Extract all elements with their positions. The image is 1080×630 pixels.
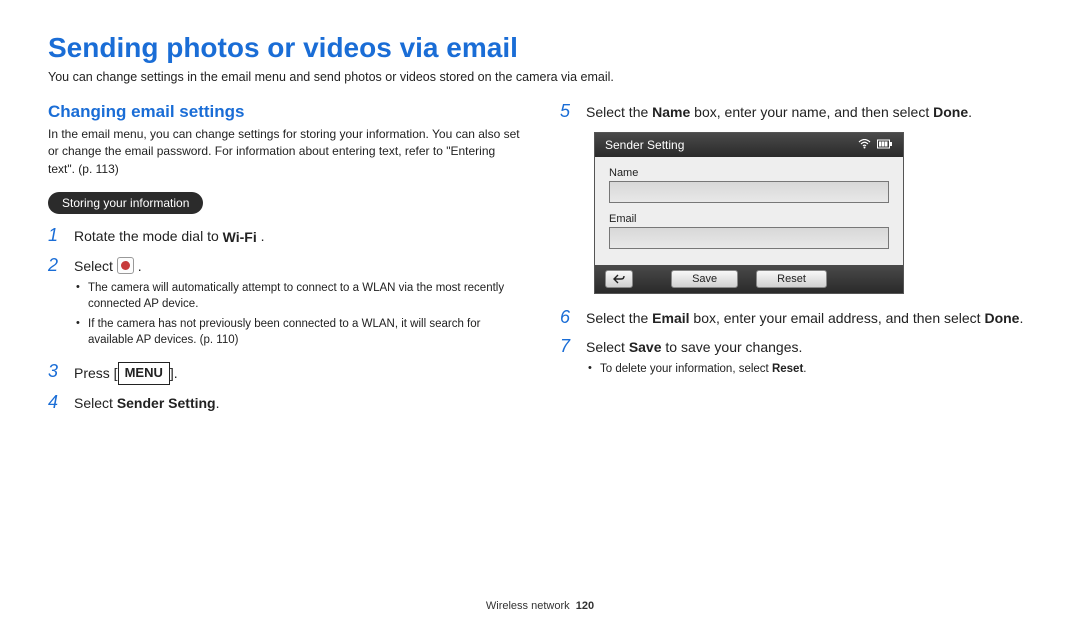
step-5-pre: Select the [586, 104, 652, 120]
step-6: 6 Select the Email box, enter your email… [560, 308, 1032, 328]
footer-page-number: 120 [576, 600, 594, 612]
step-7-note: To delete your information, select Reset… [586, 361, 1032, 377]
step-1-text-post: . [257, 228, 265, 244]
content-columns: Changing email settings In the email men… [48, 102, 1032, 421]
step-7-notes: To delete your information, select Reset… [586, 361, 1032, 377]
step-number: 4 [48, 393, 64, 413]
wifi-status-icon [858, 139, 871, 152]
step-6-mid: box, enter your email address, and then … [690, 310, 985, 326]
save-button[interactable]: Save [671, 270, 738, 288]
battery-status-icon [877, 139, 893, 152]
step-6-post: . [1019, 310, 1023, 326]
step-5-b1: Name [652, 104, 690, 120]
step-number: 2 [48, 256, 64, 276]
page-intro: You can change settings in the email men… [48, 70, 1032, 84]
wifi-icon: Wi-Fi [223, 227, 257, 247]
back-arrow-icon [613, 274, 625, 284]
step-3-text-pre: Press [ [74, 365, 118, 381]
step-2-text-pre: Select [74, 258, 117, 274]
step-number: 3 [48, 362, 64, 382]
back-button[interactable] [605, 270, 633, 288]
step-1-text-pre: Rotate the mode dial to [74, 228, 223, 244]
footer-section: Wireless network [486, 600, 570, 612]
step-number: 5 [560, 102, 576, 122]
step-4-text-post: . [216, 395, 220, 411]
step-3-text-post: ]. [170, 365, 178, 381]
step-3: 3 Press [MENU]. [48, 362, 520, 385]
name-field[interactable] [609, 181, 889, 203]
reset-button[interactable]: Reset [756, 270, 827, 288]
step-4-text-pre: Select [74, 395, 117, 411]
email-field[interactable] [609, 227, 889, 249]
email-app-icon [117, 257, 134, 274]
step-5-mid: box, enter your name, and then select [690, 104, 933, 120]
left-column: Changing email settings In the email men… [48, 102, 520, 421]
step-7-pre: Select [586, 339, 629, 355]
step-7-post: to save your changes. [662, 339, 803, 355]
step-2-text-post: . [134, 258, 142, 274]
page-footer: Wireless network 120 [0, 600, 1080, 612]
step-4: 4 Select Sender Setting. [48, 393, 520, 413]
step-number: 7 [560, 337, 576, 357]
step-2-note-2: If the camera has not previously been co… [74, 316, 520, 348]
sender-setting-screenshot: Sender Setting Name Email Save [594, 132, 904, 294]
subsection-pill: Storing your information [48, 192, 203, 214]
page-title: Sending photos or videos via email [48, 32, 1032, 64]
section-intro: In the email menu, you can change settin… [48, 126, 520, 178]
step-6-b1: Email [652, 310, 689, 326]
step-2-notes: The camera will automatically attempt to… [74, 280, 520, 348]
screenshot-header: Sender Setting [595, 133, 903, 157]
section-heading: Changing email settings [48, 102, 520, 122]
menu-button-icon: MENU [118, 362, 170, 385]
step-5-b2: Done [933, 104, 968, 120]
right-column: 5 Select the Name box, enter your name, … [560, 102, 1032, 421]
step-7: 7 Select Save to save your changes. To d… [560, 337, 1032, 383]
screenshot-body: Name Email [595, 157, 903, 265]
step-1: 1 Rotate the mode dial to Wi-Fi . [48, 226, 520, 247]
step-number: 1 [48, 226, 64, 246]
step-5-post: . [968, 104, 972, 120]
name-field-label: Name [609, 167, 889, 179]
step-7-b1: Save [629, 339, 662, 355]
step-number: 6 [560, 308, 576, 328]
step-5: 5 Select the Name box, enter your name, … [560, 102, 1032, 122]
step-4-bold: Sender Setting [117, 395, 216, 411]
step-2: 2 Select . The camera will automatically… [48, 256, 520, 355]
step-2-note-1: The camera will automatically attempt to… [74, 280, 520, 312]
email-field-label: Email [609, 213, 889, 225]
screenshot-footer: Save Reset [595, 265, 903, 293]
step-6-pre: Select the [586, 310, 652, 326]
screenshot-title: Sender Setting [605, 138, 684, 152]
step-6-b2: Done [984, 310, 1019, 326]
